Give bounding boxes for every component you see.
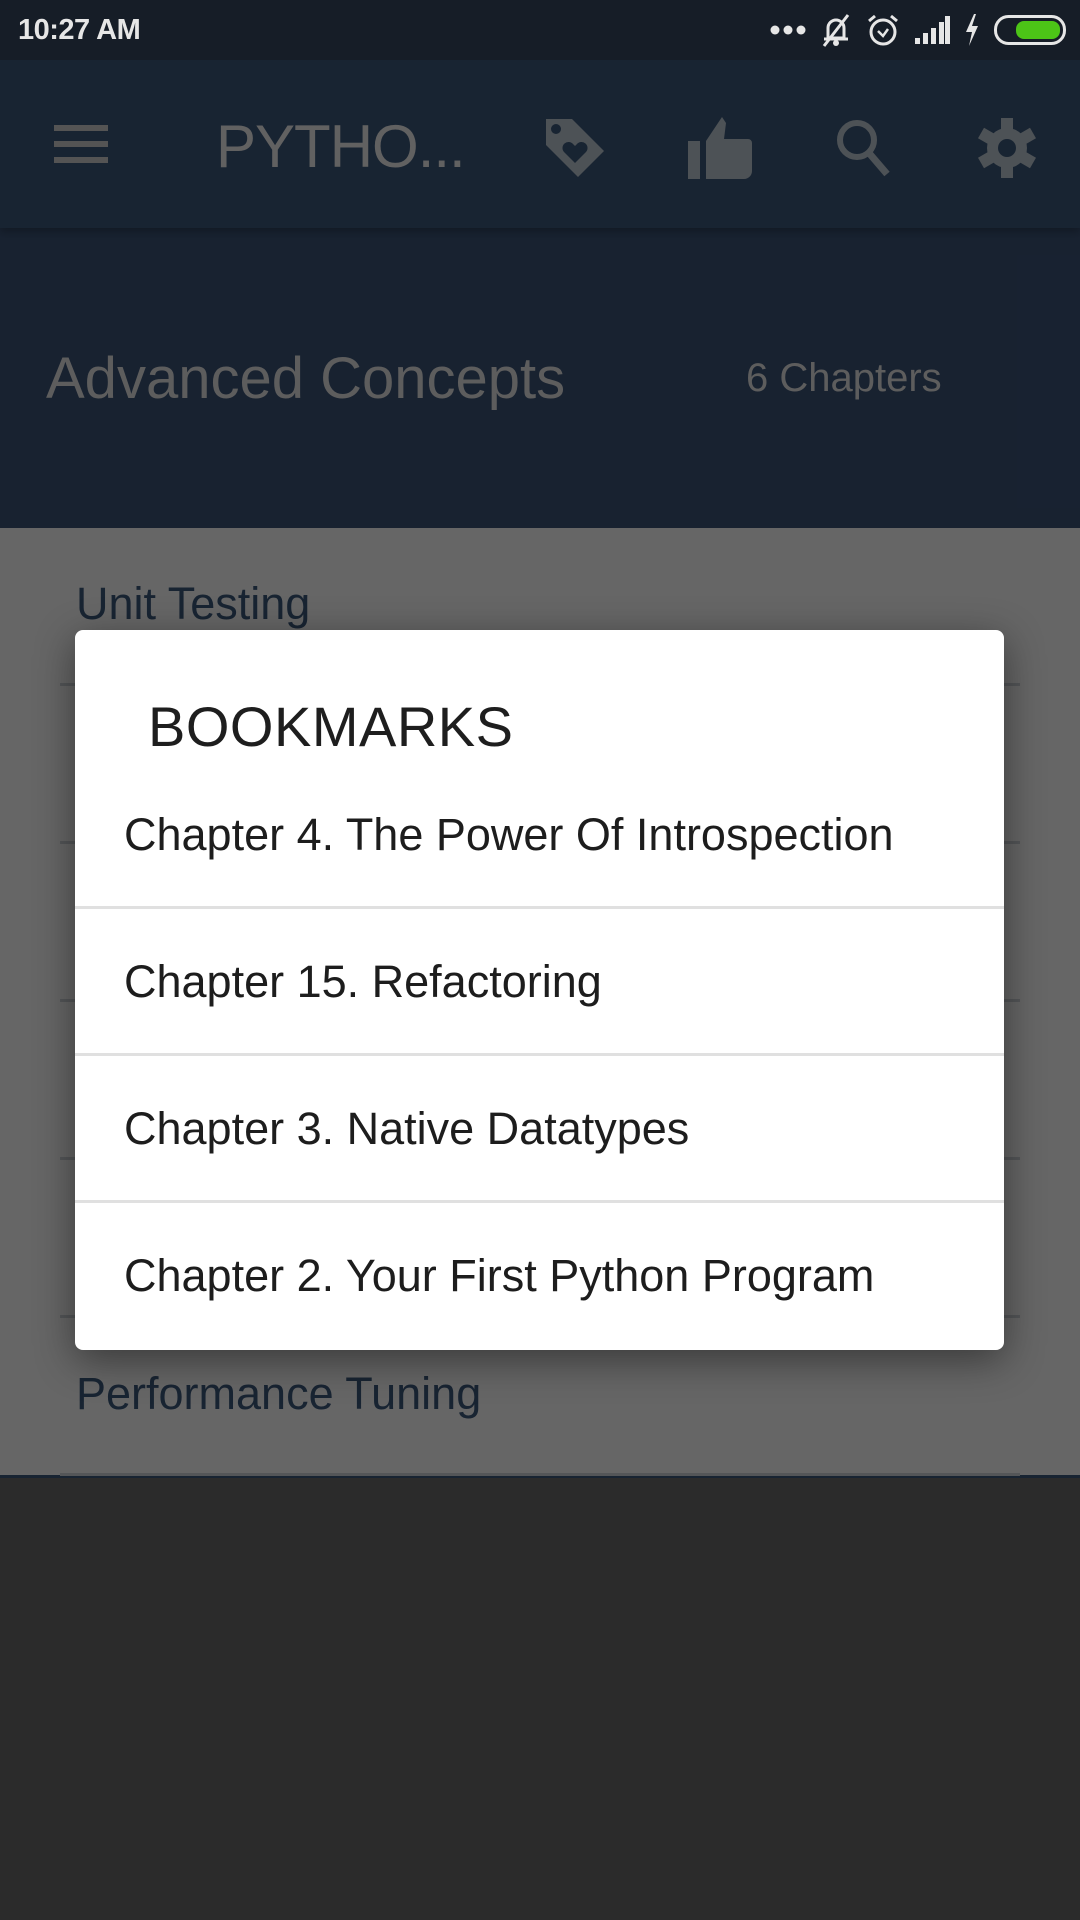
status-bar: 10:27 AM <box>0 0 1080 60</box>
bookmark-label: Chapter 3. Native Datatypes <box>124 1103 690 1154</box>
more-dots-icon <box>770 24 806 36</box>
status-time: 10:27 AM <box>18 13 141 46</box>
bookmark-label: Chapter 15. Refactoring <box>124 956 602 1007</box>
signal-icon <box>914 16 950 44</box>
bookmark-item[interactable]: Chapter 4. The Power Of Introspection <box>75 762 1004 909</box>
alarm-icon <box>866 13 900 47</box>
bookmark-label: Chapter 4. The Power Of Introspection <box>124 809 894 860</box>
status-icons <box>770 12 1066 48</box>
bookmark-item[interactable]: Chapter 15. Refactoring <box>75 909 1004 1056</box>
bookmark-label: Chapter 2. Your First Python Program <box>124 1250 875 1301</box>
dialog-title: BOOKMARKS <box>148 695 514 758</box>
bookmarks-dialog: BOOKMARKS Chapter 4. The Power Of Intros… <box>75 630 1004 1350</box>
notifications-off-icon <box>820 12 852 48</box>
bookmark-item[interactable]: Chapter 2. Your First Python Program <box>75 1203 1004 1350</box>
battery-icon <box>994 15 1066 45</box>
bookmark-item[interactable]: Chapter 3. Native Datatypes <box>75 1056 1004 1203</box>
charging-icon <box>964 14 980 46</box>
